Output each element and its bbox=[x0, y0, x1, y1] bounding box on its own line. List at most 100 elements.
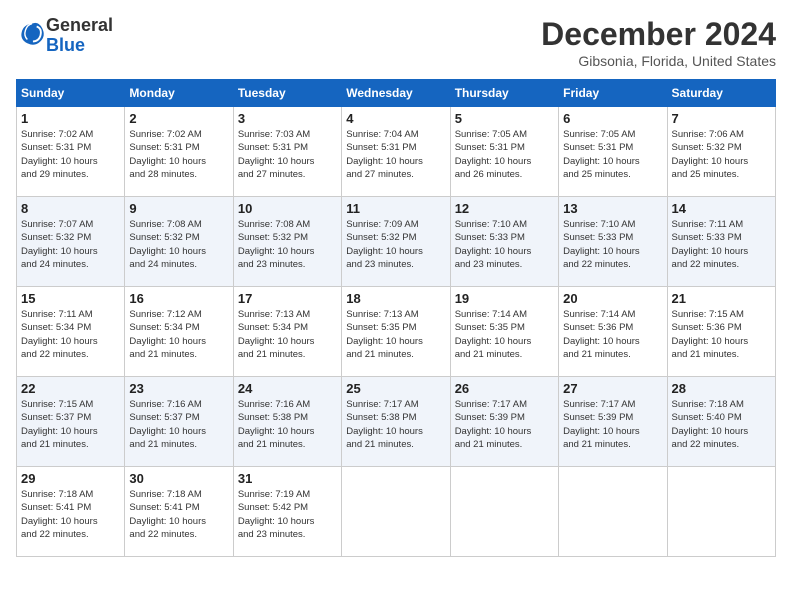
weekday-tuesday: Tuesday bbox=[233, 80, 341, 107]
week-row-3: 15 Sunrise: 7:11 AM Sunset: 5:34 PM Dayli… bbox=[17, 287, 776, 377]
day-number: 11 bbox=[346, 201, 445, 216]
day-info: Sunrise: 7:11 AM Sunset: 5:33 PM Dayligh… bbox=[672, 218, 771, 271]
day-cell: 13 Sunrise: 7:10 AM Sunset: 5:33 PM Dayli… bbox=[559, 197, 667, 287]
calendar-body: 1 Sunrise: 7:02 AM Sunset: 5:31 PM Daylig… bbox=[17, 107, 776, 557]
day-number: 24 bbox=[238, 381, 337, 396]
day-info: Sunrise: 7:14 AM Sunset: 5:36 PM Dayligh… bbox=[563, 308, 662, 361]
day-number: 20 bbox=[563, 291, 662, 306]
day-number: 15 bbox=[21, 291, 120, 306]
day-info: Sunrise: 7:07 AM Sunset: 5:32 PM Dayligh… bbox=[21, 218, 120, 271]
day-cell: 17 Sunrise: 7:13 AM Sunset: 5:34 PM Dayli… bbox=[233, 287, 341, 377]
day-info: Sunrise: 7:04 AM Sunset: 5:31 PM Dayligh… bbox=[346, 128, 445, 181]
day-number: 30 bbox=[129, 471, 228, 486]
day-info: Sunrise: 7:12 AM Sunset: 5:34 PM Dayligh… bbox=[129, 308, 228, 361]
day-info: Sunrise: 7:10 AM Sunset: 5:33 PM Dayligh… bbox=[563, 218, 662, 271]
day-number: 1 bbox=[21, 111, 120, 126]
week-row-2: 8 Sunrise: 7:07 AM Sunset: 5:32 PM Daylig… bbox=[17, 197, 776, 287]
day-info: Sunrise: 7:16 AM Sunset: 5:37 PM Dayligh… bbox=[129, 398, 228, 451]
day-cell: 6 Sunrise: 7:05 AM Sunset: 5:31 PM Daylig… bbox=[559, 107, 667, 197]
day-info: Sunrise: 7:18 AM Sunset: 5:40 PM Dayligh… bbox=[672, 398, 771, 451]
day-cell: 5 Sunrise: 7:05 AM Sunset: 5:31 PM Daylig… bbox=[450, 107, 558, 197]
day-number: 27 bbox=[563, 381, 662, 396]
day-number: 31 bbox=[238, 471, 337, 486]
day-cell: 11 Sunrise: 7:09 AM Sunset: 5:32 PM Dayli… bbox=[342, 197, 450, 287]
title-block: December 2024 Gibsonia, Florida, United … bbox=[541, 16, 776, 69]
day-cell: 26Sunrise: 7:17 AM Sunset: 5:39 PM Dayli… bbox=[450, 377, 558, 467]
location: Gibsonia, Florida, United States bbox=[541, 53, 776, 69]
day-info: Sunrise: 7:06 AM Sunset: 5:32 PM Dayligh… bbox=[672, 128, 771, 181]
day-info: Sunrise: 7:13 AM Sunset: 5:34 PM Dayligh… bbox=[238, 308, 337, 361]
week-row-5: 29 Sunrise: 7:18 AM Sunset: 5:41 PM Dayli… bbox=[17, 467, 776, 557]
day-number: 10 bbox=[238, 201, 337, 216]
logo-text: General Blue bbox=[46, 16, 113, 56]
weekday-monday: Monday bbox=[125, 80, 233, 107]
day-number: 17 bbox=[238, 291, 337, 306]
day-number: 16 bbox=[129, 291, 228, 306]
day-info: Sunrise: 7:10 AM Sunset: 5:33 PM Dayligh… bbox=[455, 218, 554, 271]
day-cell: 27 Sunrise: 7:17 AM Sunset: 5:39 PM Dayli… bbox=[559, 377, 667, 467]
day-info: Sunrise: 7:17 AM Sunset: 5:39 PM Dayligh… bbox=[563, 398, 662, 451]
day-cell: 2Sunrise: 7:02 AM Sunset: 5:31 PM Daylig… bbox=[125, 107, 233, 197]
day-info: Sunrise: 7:03 AM Sunset: 5:31 PM Dayligh… bbox=[238, 128, 337, 181]
calendar-table: SundayMondayTuesdayWednesdayThursdayFrid… bbox=[16, 79, 776, 557]
day-cell: 1 Sunrise: 7:02 AM Sunset: 5:31 PM Daylig… bbox=[17, 107, 125, 197]
weekday-saturday: Saturday bbox=[667, 80, 775, 107]
day-info: Sunrise: 7:08 AM Sunset: 5:32 PM Dayligh… bbox=[238, 218, 337, 271]
weekday-thursday: Thursday bbox=[450, 80, 558, 107]
day-number: 8 bbox=[21, 201, 120, 216]
day-info: Sunrise: 7:05 AM Sunset: 5:31 PM Dayligh… bbox=[455, 128, 554, 181]
day-info: Sunrise: 7:15 AM Sunset: 5:37 PM Dayligh… bbox=[21, 398, 120, 451]
day-number: 7 bbox=[672, 111, 771, 126]
day-cell: 15 Sunrise: 7:11 AM Sunset: 5:34 PM Dayli… bbox=[17, 287, 125, 377]
day-number: 18 bbox=[346, 291, 445, 306]
day-cell: 8 Sunrise: 7:07 AM Sunset: 5:32 PM Daylig… bbox=[17, 197, 125, 287]
day-cell: 3 Sunrise: 7:03 AM Sunset: 5:31 PM Daylig… bbox=[233, 107, 341, 197]
day-cell: 20 Sunrise: 7:14 AM Sunset: 5:36 PM Dayli… bbox=[559, 287, 667, 377]
day-number: 6 bbox=[563, 111, 662, 126]
page-header: General Blue December 2024 Gibsonia, Flo… bbox=[16, 16, 776, 69]
day-info: Sunrise: 7:19 AM Sunset: 5:42 PM Dayligh… bbox=[238, 488, 337, 541]
day-info: Sunrise: 7:09 AM Sunset: 5:32 PM Dayligh… bbox=[346, 218, 445, 271]
day-number: 13 bbox=[563, 201, 662, 216]
day-info: Sunrise: 7:14 AM Sunset: 5:35 PM Dayligh… bbox=[455, 308, 554, 361]
day-number: 3 bbox=[238, 111, 337, 126]
day-cell: 14 Sunrise: 7:11 AM Sunset: 5:33 PM Dayli… bbox=[667, 197, 775, 287]
day-number: 29 bbox=[21, 471, 120, 486]
day-info: Sunrise: 7:13 AM Sunset: 5:35 PM Dayligh… bbox=[346, 308, 445, 361]
month-title: December 2024 bbox=[541, 16, 776, 53]
day-number: 21 bbox=[672, 291, 771, 306]
day-info: Sunrise: 7:05 AM Sunset: 5:31 PM Dayligh… bbox=[563, 128, 662, 181]
day-cell: 28Sunrise: 7:18 AM Sunset: 5:40 PM Dayli… bbox=[667, 377, 775, 467]
day-info: Sunrise: 7:16 AM Sunset: 5:38 PM Dayligh… bbox=[238, 398, 337, 451]
day-cell: 4Sunrise: 7:04 AM Sunset: 5:31 PM Daylig… bbox=[342, 107, 450, 197]
day-cell: 10 Sunrise: 7:08 AM Sunset: 5:32 PM Dayli… bbox=[233, 197, 341, 287]
day-cell: 16 Sunrise: 7:12 AM Sunset: 5:34 PM Dayli… bbox=[125, 287, 233, 377]
day-info: Sunrise: 7:02 AM Sunset: 5:31 PM Dayligh… bbox=[129, 128, 228, 181]
day-cell bbox=[559, 467, 667, 557]
day-cell: 12 Sunrise: 7:10 AM Sunset: 5:33 PM Dayli… bbox=[450, 197, 558, 287]
day-number: 12 bbox=[455, 201, 554, 216]
day-info: Sunrise: 7:02 AM Sunset: 5:31 PM Dayligh… bbox=[21, 128, 120, 181]
day-number: 25 bbox=[346, 381, 445, 396]
day-info: Sunrise: 7:18 AM Sunset: 5:41 PM Dayligh… bbox=[129, 488, 228, 541]
day-cell: 19 Sunrise: 7:14 AM Sunset: 5:35 PM Dayli… bbox=[450, 287, 558, 377]
day-cell bbox=[342, 467, 450, 557]
day-number: 22 bbox=[21, 381, 120, 396]
day-cell bbox=[450, 467, 558, 557]
day-number: 9 bbox=[129, 201, 228, 216]
day-cell bbox=[667, 467, 775, 557]
day-info: Sunrise: 7:18 AM Sunset: 5:41 PM Dayligh… bbox=[21, 488, 120, 541]
day-cell: 25Sunrise: 7:17 AM Sunset: 5:38 PM Dayli… bbox=[342, 377, 450, 467]
day-number: 19 bbox=[455, 291, 554, 306]
weekday-header-row: SundayMondayTuesdayWednesdayThursdayFrid… bbox=[17, 80, 776, 107]
logo: General Blue bbox=[16, 16, 113, 56]
day-number: 14 bbox=[672, 201, 771, 216]
logo-icon bbox=[18, 19, 46, 47]
day-cell: 29 Sunrise: 7:18 AM Sunset: 5:41 PM Dayli… bbox=[17, 467, 125, 557]
weekday-sunday: Sunday bbox=[17, 80, 125, 107]
week-row-1: 1 Sunrise: 7:02 AM Sunset: 5:31 PM Daylig… bbox=[17, 107, 776, 197]
day-number: 5 bbox=[455, 111, 554, 126]
day-cell: 31 Sunrise: 7:19 AM Sunset: 5:42 PM Dayli… bbox=[233, 467, 341, 557]
day-info: Sunrise: 7:11 AM Sunset: 5:34 PM Dayligh… bbox=[21, 308, 120, 361]
weekday-wednesday: Wednesday bbox=[342, 80, 450, 107]
